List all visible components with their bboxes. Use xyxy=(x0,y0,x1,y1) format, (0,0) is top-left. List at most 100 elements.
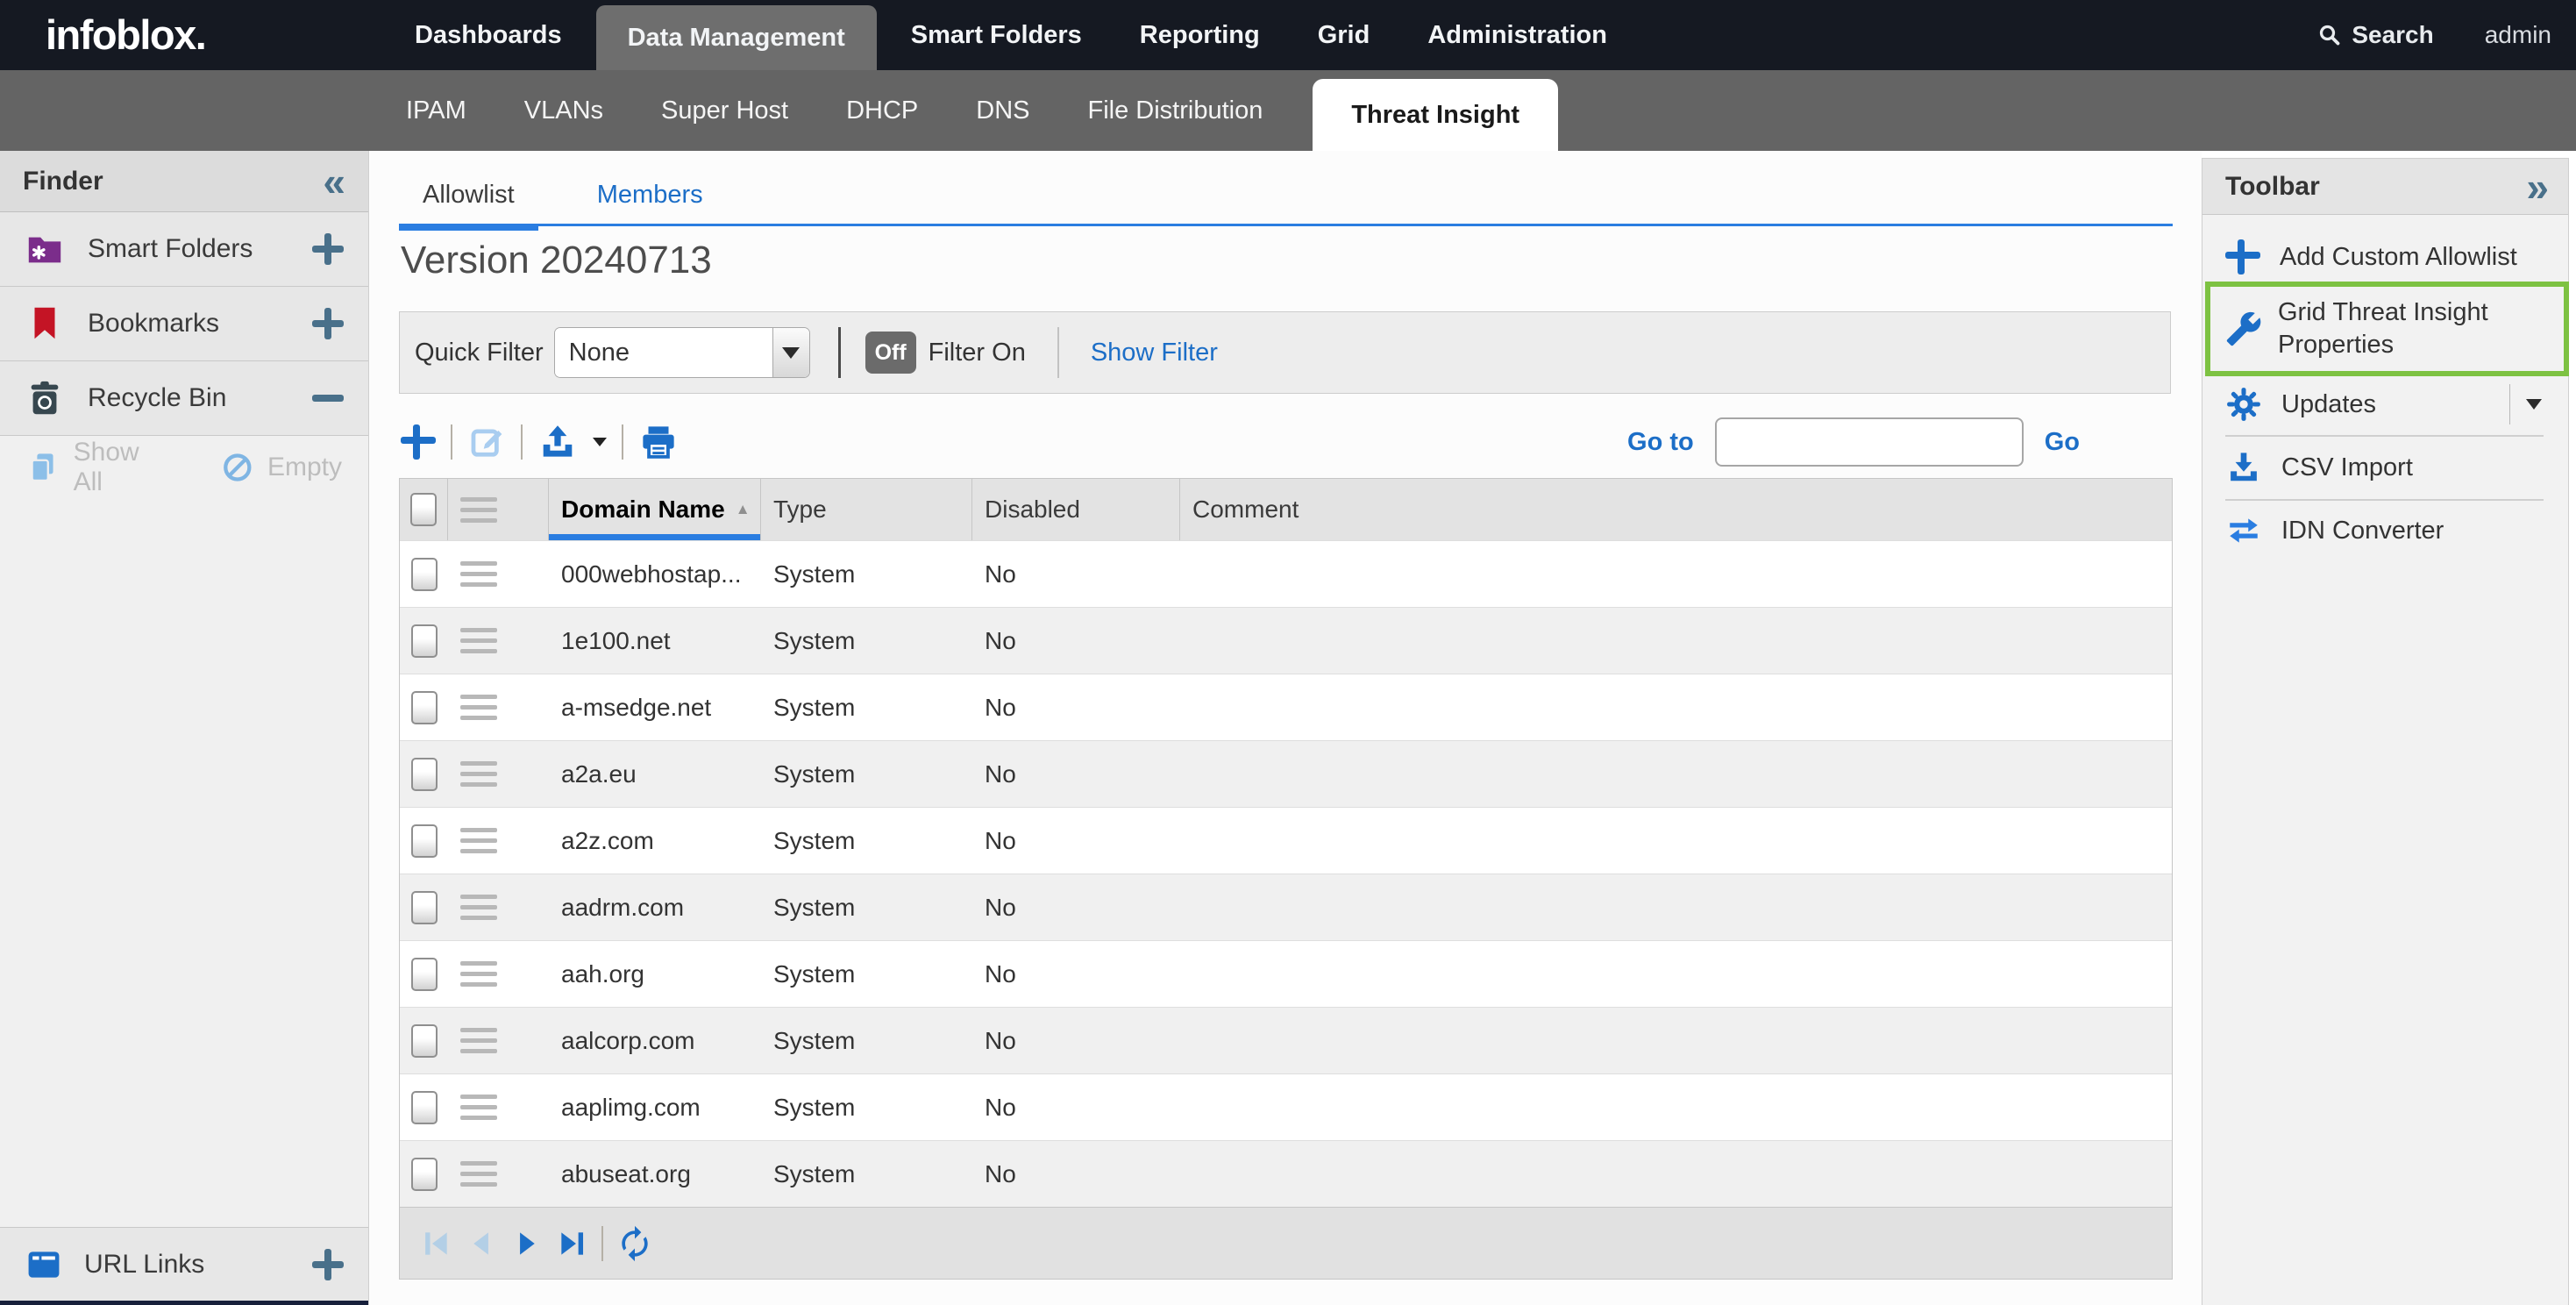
finder-item-recycle-bin[interactable]: Recycle Bin xyxy=(0,361,368,436)
user-menu[interactable]: admin xyxy=(2485,21,2551,49)
toolbar-item-updates[interactable]: Updates xyxy=(2225,380,2568,429)
empty-button[interactable]: Empty xyxy=(267,453,342,482)
toolbar-item-csv-import[interactable]: CSV Import xyxy=(2225,443,2568,492)
export-dropdown-icon[interactable] xyxy=(593,438,607,446)
quick-filter-value: None xyxy=(555,328,772,377)
export-button[interactable] xyxy=(537,422,578,462)
finder-panel: Finder « Smart Folders Bookmarks xyxy=(0,151,369,1305)
collapse-recycle-bin-icon[interactable] xyxy=(312,395,344,402)
row-checkbox[interactable] xyxy=(411,624,438,658)
row-checkbox[interactable] xyxy=(411,891,438,924)
bookmark-icon xyxy=(25,303,65,344)
toolbar-item-add-custom-allowlist[interactable]: Add Custom Allowlist xyxy=(2225,232,2568,282)
row-menu-icon[interactable] xyxy=(460,828,497,853)
subnav-dns[interactable]: DNS xyxy=(948,70,1057,151)
row-checkbox[interactable] xyxy=(411,1091,438,1124)
table-row[interactable]: a2z.com System No xyxy=(400,807,2172,874)
table-row[interactable]: 1e100.net System No xyxy=(400,607,2172,674)
finder-item-smart-folders[interactable]: Smart Folders xyxy=(0,212,368,287)
row-menu-icon[interactable] xyxy=(460,1161,497,1187)
add-bookmark-icon[interactable] xyxy=(312,308,344,339)
refresh-button[interactable] xyxy=(616,1224,654,1263)
nav-administration[interactable]: Administration xyxy=(1404,0,1631,70)
cell-disabled: No xyxy=(972,1008,1180,1073)
select-all-checkbox[interactable] xyxy=(410,493,437,526)
show-all-button[interactable]: Show All xyxy=(74,438,174,497)
next-page-button[interactable] xyxy=(510,1227,544,1260)
table-row[interactable]: 000webhostap... System No xyxy=(400,540,2172,607)
row-checkbox[interactable] xyxy=(411,824,438,858)
table-row[interactable]: aah.org System No xyxy=(400,940,2172,1007)
quick-filter-select[interactable]: None xyxy=(554,327,810,378)
row-checkbox[interactable] xyxy=(411,691,438,724)
global-search[interactable]: Search xyxy=(2316,21,2433,49)
last-page-button[interactable] xyxy=(556,1227,589,1260)
subnav-ipam[interactable]: IPAM xyxy=(378,70,495,151)
table-row[interactable]: aadrm.com System No xyxy=(400,874,2172,940)
row-checkbox[interactable] xyxy=(411,958,438,991)
expand-panel-icon[interactable]: » xyxy=(2526,167,2549,207)
previous-page-button[interactable] xyxy=(465,1227,498,1260)
row-menu-icon[interactable] xyxy=(460,695,497,720)
nav-smart-folders[interactable]: Smart Folders xyxy=(887,0,1106,70)
tab-allowlist[interactable]: Allowlist xyxy=(399,163,538,226)
row-menu-icon[interactable] xyxy=(460,761,497,787)
allowlist-table: Domain Name ▲ Type Disabled Comment 000w… xyxy=(399,478,2173,1280)
row-menu-icon[interactable] xyxy=(460,1095,497,1120)
filter-on-label: Filter On xyxy=(929,339,1026,367)
row-menu-icon[interactable] xyxy=(460,628,497,653)
table-row[interactable]: abuseat.org System No xyxy=(400,1140,2172,1207)
subnav-file-distribution[interactable]: File Distribution xyxy=(1060,70,1292,151)
goto-group: Go to Go xyxy=(1627,414,2080,470)
toolbar-item-idn-converter[interactable]: IDN Converter xyxy=(2225,506,2568,555)
finder-item-bookmarks[interactable]: Bookmarks xyxy=(0,287,368,361)
show-filter-link[interactable]: Show Filter xyxy=(1091,339,1218,367)
row-checkbox[interactable] xyxy=(411,1158,438,1191)
column-header-type[interactable]: Type xyxy=(761,479,972,540)
top-nav-bar: infoblox. Dashboards Data Management Sma… xyxy=(0,0,2576,70)
cell-comment xyxy=(1180,1074,2172,1140)
first-page-button[interactable] xyxy=(419,1227,452,1260)
toolbar-item-grid-threat-insight-properties[interactable]: Grid Threat Insight Properties xyxy=(2205,282,2569,376)
add-url-link-icon[interactable] xyxy=(312,1249,344,1280)
goto-input[interactable] xyxy=(1715,417,2024,467)
table-row[interactable]: aaplimg.com System No xyxy=(400,1073,2172,1140)
edit-button[interactable] xyxy=(467,423,506,461)
filter-toggle[interactable]: Off xyxy=(865,332,916,374)
row-menu-icon[interactable] xyxy=(460,561,497,587)
primary-nav: Dashboards Data Management Smart Folders… xyxy=(386,0,1636,70)
finder-item-label: URL Links xyxy=(84,1250,312,1280)
finder-item-url-links[interactable]: URL Links xyxy=(0,1227,368,1301)
print-button[interactable] xyxy=(638,422,679,462)
subnav-dhcp[interactable]: DHCP xyxy=(818,70,946,151)
nav-dashboards[interactable]: Dashboards xyxy=(391,0,586,70)
row-menu-icon[interactable] xyxy=(460,1028,497,1053)
subnav-super-host[interactable]: Super Host xyxy=(633,70,816,151)
swap-arrows-icon xyxy=(2225,512,2262,549)
column-header-comment[interactable]: Comment xyxy=(1180,479,2172,540)
nav-reporting[interactable]: Reporting xyxy=(1116,0,1284,70)
column-header-disabled[interactable]: Disabled xyxy=(972,479,1180,540)
table-row[interactable]: aalcorp.com System No xyxy=(400,1007,2172,1073)
subnav-vlans[interactable]: VLANs xyxy=(496,70,631,151)
table-row[interactable]: a2a.eu System No xyxy=(400,740,2172,807)
row-checkbox[interactable] xyxy=(411,558,438,591)
add-smart-folder-icon[interactable] xyxy=(312,233,344,265)
subnav-threat-insight[interactable]: Threat Insight xyxy=(1313,79,1558,151)
column-header-domain-name[interactable]: Domain Name ▲ xyxy=(549,479,761,540)
updates-dropdown-icon[interactable] xyxy=(2526,399,2542,410)
filter-separator xyxy=(838,327,841,378)
row-menu-icon[interactable] xyxy=(460,961,497,987)
tab-members[interactable]: Members xyxy=(573,163,727,226)
collapse-panel-icon[interactable]: « xyxy=(323,161,345,202)
add-row-button[interactable] xyxy=(401,424,436,460)
column-menu-icon[interactable] xyxy=(460,497,497,523)
nav-grid[interactable]: Grid xyxy=(1294,0,1394,70)
table-row[interactable]: a-msedge.net System No xyxy=(400,674,2172,740)
row-checkbox[interactable] xyxy=(411,758,438,791)
goto-button[interactable]: Go xyxy=(2045,428,2080,457)
quick-filter-dropdown-button[interactable] xyxy=(772,328,809,377)
row-menu-icon[interactable] xyxy=(460,895,497,920)
nav-data-management[interactable]: Data Management xyxy=(596,5,877,70)
row-checkbox[interactable] xyxy=(411,1024,438,1058)
